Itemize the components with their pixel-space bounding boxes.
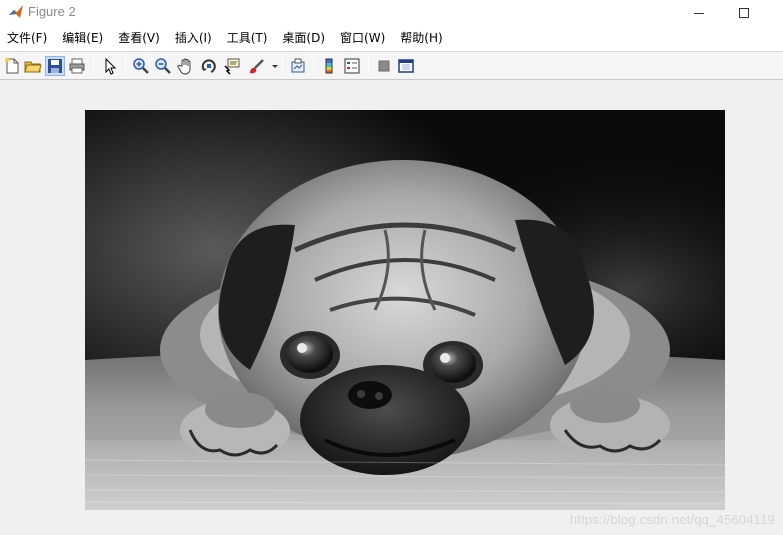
menu-help[interactable]: 帮助(H) — [393, 25, 450, 52]
zoom-in-button[interactable] — [131, 56, 151, 76]
pug-image — [85, 110, 725, 510]
toolbar-separator — [313, 57, 314, 75]
print-icon — [69, 58, 85, 74]
link-plot-button[interactable] — [288, 56, 308, 76]
show-plot-tools-button[interactable] — [396, 56, 416, 76]
menu-window[interactable]: 窗口(W) — [333, 25, 393, 52]
toolbar-separator — [125, 57, 126, 75]
new-figure-icon — [5, 58, 19, 74]
open-folder-icon — [24, 61, 42, 73]
title-bar: Figure 2 — [0, 0, 783, 25]
print-button[interactable] — [67, 56, 87, 76]
hide-plot-tools-button[interactable] — [374, 56, 394, 76]
save-button[interactable] — [45, 56, 65, 76]
zoom-in-icon — [133, 58, 149, 74]
figure-canvas: https://blog.csdn.net/qq_45604119 — [0, 80, 783, 535]
data-cursor-icon — [224, 58, 240, 75]
toolbar-separator — [282, 57, 283, 75]
brush-icon — [250, 59, 264, 74]
toolbar-separator — [93, 57, 94, 75]
show-plot-tools-icon — [398, 59, 414, 73]
rotate-3d-icon — [201, 59, 216, 73]
legend-button[interactable] — [342, 56, 362, 76]
pug-grayscale-photo — [85, 110, 725, 510]
data-cursor-button[interactable] — [222, 56, 242, 76]
menu-desktop[interactable]: 桌面(D) — [275, 25, 333, 52]
watermark-text: https://blog.csdn.net/qq_45604119 — [569, 512, 775, 527]
toolbar-separator — [368, 57, 369, 75]
maximize-icon — [739, 7, 749, 18]
menu-bar: 文件(F) 编辑(E) 查看(V) 插入(I) 工具(T) 桌面(D) 窗口(W… — [0, 25, 783, 52]
save-icon — [48, 59, 62, 73]
zoom-out-icon — [155, 58, 171, 74]
menu-file[interactable]: 文件(F) — [0, 25, 55, 52]
open-button[interactable] — [23, 56, 43, 76]
colorbar-button[interactable] — [319, 56, 339, 76]
minimize-button[interactable] — [676, 0, 722, 25]
link-plot-icon — [291, 58, 305, 73]
rotate-3d-button[interactable] — [199, 56, 219, 76]
pointer-icon — [105, 57, 117, 75]
matlab-icon — [8, 4, 24, 20]
menu-edit[interactable]: 编辑(E) — [55, 25, 111, 52]
menu-tools[interactable]: 工具(T) — [220, 25, 276, 52]
figure-toolbar — [0, 52, 783, 80]
menu-insert[interactable]: 插入(I) — [168, 25, 220, 52]
edit-plot-button[interactable] — [100, 56, 120, 76]
maximize-button[interactable] — [721, 0, 767, 25]
brush-dropdown-icon[interactable] — [272, 65, 278, 68]
hide-plot-tools-icon — [378, 60, 390, 72]
zoom-out-button[interactable] — [153, 56, 173, 76]
window-title: Figure 2 — [28, 4, 76, 19]
brush-button[interactable] — [247, 56, 267, 76]
pan-hand-icon — [177, 58, 191, 75]
pan-button[interactable] — [176, 56, 196, 76]
minimize-icon — [694, 13, 704, 14]
legend-icon — [344, 58, 360, 74]
new-figure-button[interactable] — [2, 56, 22, 76]
colorbar-icon — [325, 58, 333, 74]
menu-view[interactable]: 查看(V) — [111, 25, 168, 52]
